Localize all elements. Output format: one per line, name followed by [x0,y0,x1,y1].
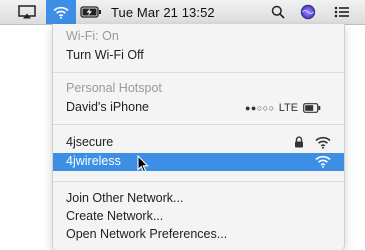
join-other-network-item[interactable]: Join Other Network... [53,190,344,208]
wifi-signal-icon [315,136,331,149]
lock-icon [295,136,303,148]
network-name: 4jwireless [66,154,121,168]
network-type-label: LTE [278,102,299,114]
search-icon[interactable] [269,0,287,24]
create-network-label: Create Network... [66,209,164,223]
battery-charging-icon[interactable] [79,0,103,24]
mouse-pointer-icon [137,155,149,173]
hotspot-status: ●●○○○ LTE [245,99,321,117]
hotspot-device-item[interactable]: David's iPhone ●●○○○ LTE [53,99,344,117]
turn-wifi-off-item[interactable]: Turn Wi-Fi Off [53,47,344,65]
siri-icon[interactable] [298,0,318,24]
join-other-network-label: Join Other Network... [66,191,184,205]
notification-list-icon[interactable] [332,0,352,24]
menu-separator [53,124,344,125]
airplay-icon[interactable] [16,0,38,24]
wifi-icon [53,6,69,19]
hotspot-device-label: David's iPhone [66,100,149,114]
wifi-status-row: Wi-Fi: On [53,28,344,46]
network-item-4jwireless[interactable]: 4jwireless [53,153,344,173]
wifi-signal-icon [315,155,331,168]
wifi-menu-extra[interactable] [46,0,76,24]
menu-separator [53,181,344,182]
hotspot-header-label: Personal Hotspot [66,81,162,95]
battery-icon [303,103,321,113]
menubar-clock[interactable]: Tue Mar 21 13:52 [111,0,261,24]
wifi-status-label: Wi-Fi: On [66,29,119,43]
hotspot-header-row: Personal Hotspot [53,80,344,98]
wifi-dropdown-menu: Wi-Fi: On Turn Wi-Fi Off Personal Hotspo… [52,24,345,250]
menu-separator [53,72,344,73]
turn-wifi-off-label: Turn Wi-Fi Off [66,48,144,62]
network-item-4jsecure[interactable]: 4jsecure [53,134,344,152]
network-name: 4jsecure [66,135,114,149]
open-network-preferences-label: Open Network Preferences... [66,227,228,241]
create-network-item[interactable]: Create Network... [53,208,344,226]
cellular-signal-dots: ●●○○○ [245,103,275,113]
menu-bar: Tue Mar 21 13:52 [0,0,365,25]
open-network-preferences-item[interactable]: Open Network Preferences... [53,226,344,244]
